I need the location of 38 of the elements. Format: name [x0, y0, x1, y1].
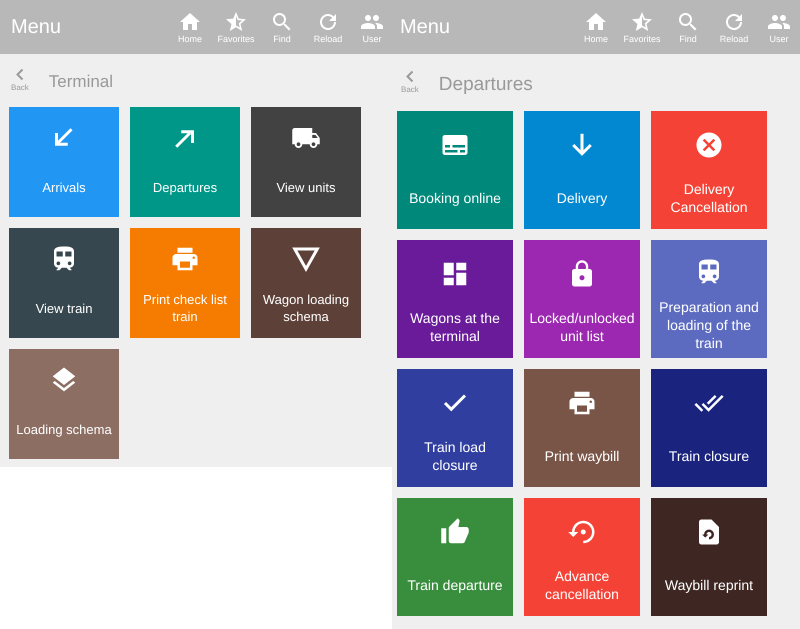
nav-button[interactable]: Favorites	[620, 10, 664, 44]
menu-tile[interactable]: Advance cancellation	[524, 498, 640, 616]
nav-button[interactable]: Reload	[712, 10, 756, 44]
nav-button[interactable]: Home	[168, 10, 212, 44]
nav-button[interactable]: Favorites	[214, 10, 258, 44]
menu-tile[interactable]: Train closure	[651, 369, 767, 487]
nav-button[interactable]: User	[758, 10, 800, 44]
menu-tile[interactable]: Departures	[130, 107, 240, 217]
chevron-left-icon	[14, 68, 25, 81]
nav-button[interactable]: User	[352, 10, 392, 44]
menu-tile[interactable]: Loading schema	[9, 349, 119, 459]
menu-tile[interactable]: Preparation and loading of the train	[651, 240, 767, 358]
menu-tile[interactable]: Train load closure	[397, 369, 513, 487]
menu-tile[interactable]: Wagon loading schema	[251, 228, 361, 338]
menu-tile[interactable]: Print waybill	[524, 369, 640, 487]
menu-tile[interactable]: Delivery	[524, 111, 640, 229]
menu-tile[interactable]: Arrivals	[9, 107, 119, 217]
menu-tile[interactable]: Waybill reprint	[651, 498, 767, 616]
page-title: Terminal	[48, 72, 114, 92]
nav-button[interactable]: Find	[666, 10, 710, 44]
page-title: Departures	[438, 74, 533, 96]
menu-tile[interactable]: Wagons at the terminal	[397, 240, 513, 358]
menu-title: Menu	[11, 16, 62, 38]
chevron-left-icon	[404, 70, 415, 83]
nav-button[interactable]: Find	[260, 10, 304, 44]
menu-tile[interactable]: View units	[251, 107, 361, 217]
menu-tile[interactable]: Train departure	[397, 498, 513, 616]
back-button[interactable]: Back	[11, 68, 29, 92]
menu-tile[interactable]: Booking online	[397, 111, 513, 229]
back-button[interactable]: Back	[401, 70, 419, 94]
menu-tile[interactable]: View train	[9, 228, 119, 338]
cancel-icon	[694, 130, 724, 160]
menu-tile[interactable]: Locked/unlocked unit list	[524, 240, 640, 358]
nav-button[interactable]: Home	[574, 10, 618, 44]
nav-button[interactable]: Reload	[306, 10, 350, 44]
menu-tile[interactable]: Print check list train	[130, 228, 240, 338]
menu-title: Menu	[400, 16, 450, 38]
menu-tile[interactable]: Delivery Cancellation	[651, 111, 767, 229]
